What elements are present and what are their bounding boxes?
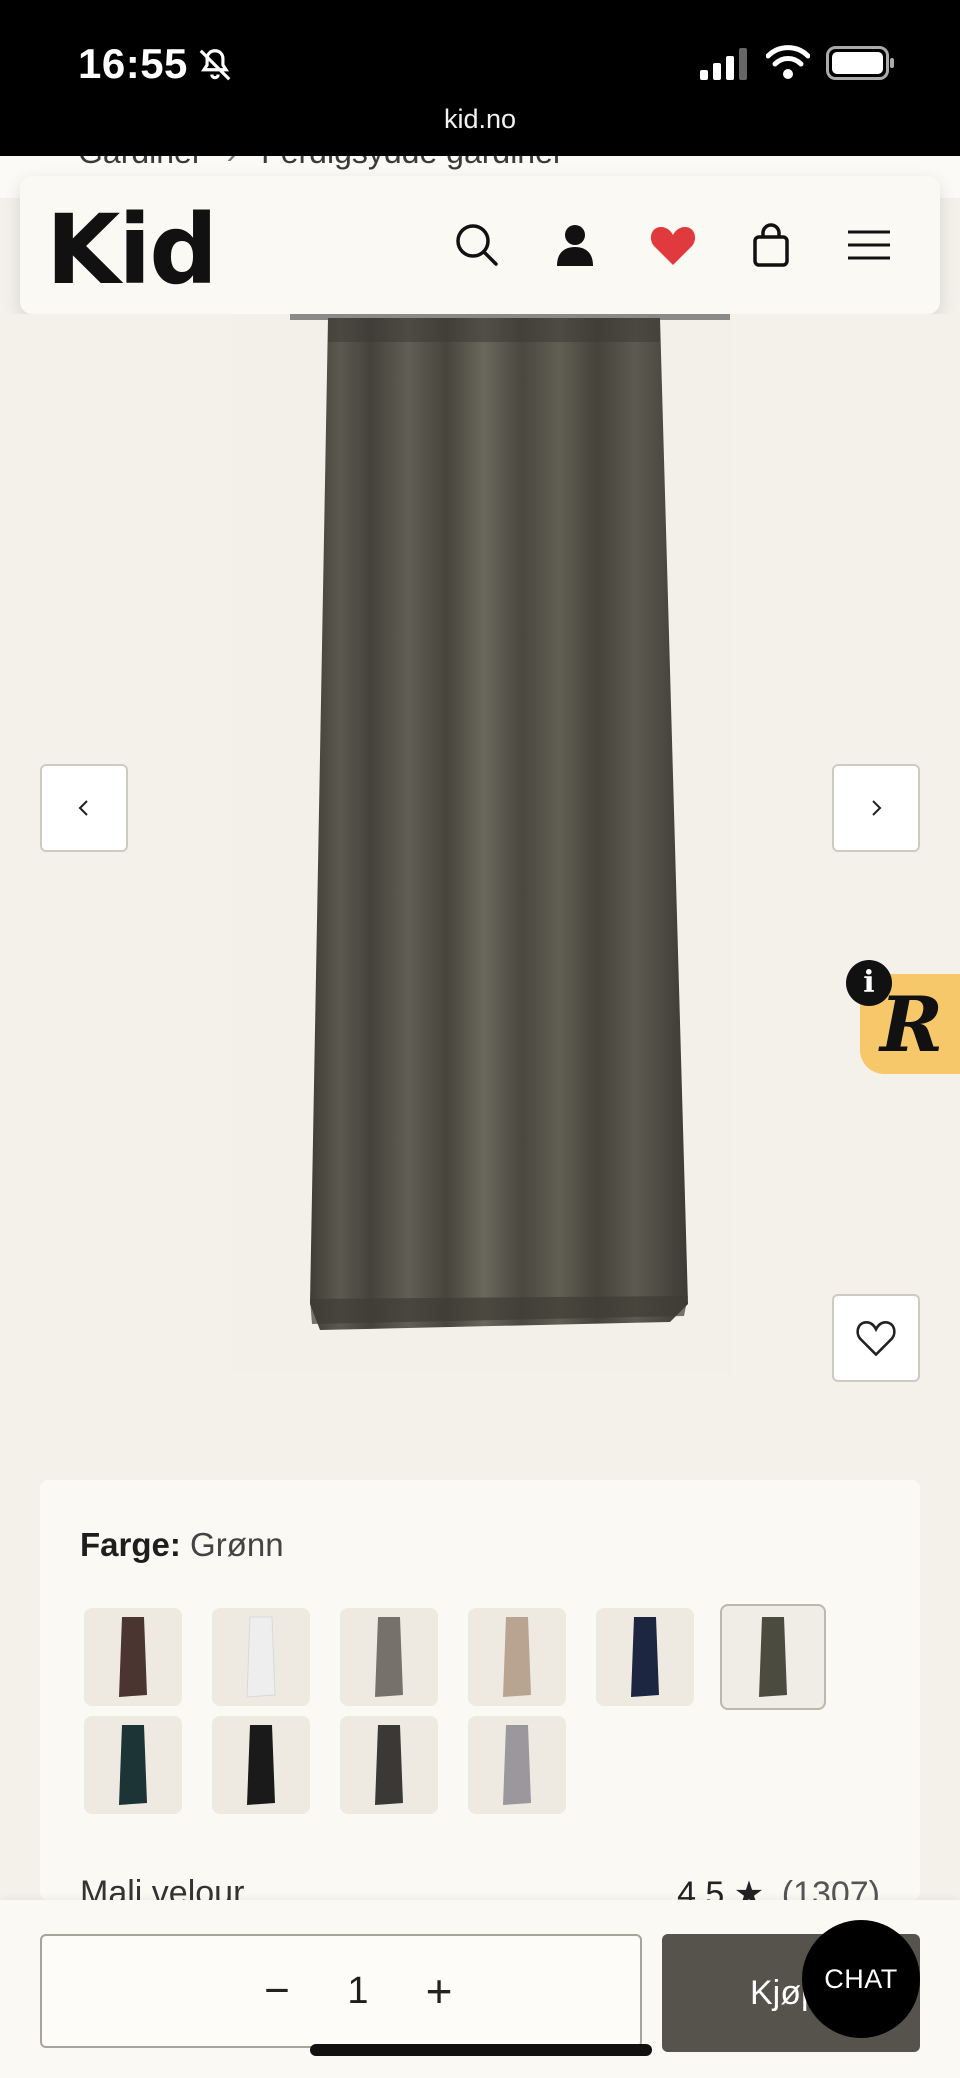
breadcrumb-item-ferdigsydde[interactable]: Ferdigsydde gardiner xyxy=(261,156,563,170)
wishlist-heart-icon[interactable] xyxy=(648,220,698,270)
color-swatch[interactable] xyxy=(84,1608,182,1706)
swatch-curtain-thumbnail xyxy=(246,1616,276,1698)
battery-icon xyxy=(826,46,894,80)
product-gallery[interactable]: R i xyxy=(0,314,960,1424)
swatch-curtain-thumbnail xyxy=(503,1725,531,1805)
swatch-curtain-thumbnail xyxy=(759,1617,787,1697)
gallery-prev-button[interactable] xyxy=(40,764,128,852)
status-bar: 16:55 kid.no xyxy=(0,0,960,156)
home-indicator xyxy=(310,2044,652,2056)
reviews-info-icon[interactable]: i xyxy=(846,960,892,1006)
swatch-curtain-thumbnail xyxy=(375,1725,403,1805)
color-label: Farge: Grønn xyxy=(80,1526,284,1564)
swatch-curtain-thumbnail xyxy=(247,1725,275,1805)
quantity-stepper: − 1 + xyxy=(40,1934,642,2048)
add-to-favorites-button[interactable] xyxy=(832,1294,920,1382)
quantity-decrease-button[interactable]: − xyxy=(242,1956,312,2026)
color-swatch[interactable] xyxy=(212,1608,310,1706)
swatch-curtain-thumbnail xyxy=(119,1617,147,1697)
color-swatch[interactable] xyxy=(340,1608,438,1706)
breadcrumb-item-gardiner[interactable]: Gardiner xyxy=(78,156,203,170)
swatch-curtain-thumbnail xyxy=(375,1617,403,1697)
color-swatch[interactable] xyxy=(340,1716,438,1814)
site-header: Kid xyxy=(20,176,940,314)
color-selected-value: Grønn xyxy=(190,1526,284,1563)
quantity-increase-button[interactable]: + xyxy=(404,1956,474,2026)
color-swatch[interactable] xyxy=(84,1716,182,1814)
color-swatch[interactable] xyxy=(596,1608,694,1706)
menu-icon[interactable] xyxy=(844,220,894,270)
cellular-signal-icon xyxy=(700,48,747,80)
gallery-next-button[interactable] xyxy=(832,764,920,852)
status-time: 16:55 xyxy=(78,40,188,87)
color-label-title: Farge: xyxy=(80,1526,181,1563)
quantity-value[interactable]: 1 xyxy=(338,1956,378,2026)
color-swatch[interactable] xyxy=(468,1608,566,1706)
breadcrumb: Gardiner › Ferdigsydde gardiner xyxy=(78,156,564,171)
color-swatch[interactable] xyxy=(468,1716,566,1814)
account-icon[interactable] xyxy=(550,220,600,270)
chevron-right-icon xyxy=(872,800,882,816)
swatch-curtain-thumbnail xyxy=(119,1725,147,1805)
chat-button[interactable]: CHAT xyxy=(802,1920,920,2038)
product-options-panel: Farge: Grønn Mali velour 4,5 ★ (1307) xyxy=(40,1480,920,1913)
shopping-bag-icon[interactable] xyxy=(746,220,796,270)
color-swatch[interactable] xyxy=(212,1716,310,1814)
swatch-curtain-thumbnail xyxy=(503,1617,531,1697)
color-swatch[interactable] xyxy=(720,1604,826,1710)
chevron-left-icon xyxy=(78,800,88,816)
wifi-icon xyxy=(766,45,810,79)
swatch-curtain-thumbnail xyxy=(631,1617,659,1697)
breadcrumb-separator: › xyxy=(227,156,238,170)
bell-muted-icon xyxy=(199,49,231,81)
kid-logo[interactable]: Kid xyxy=(46,194,218,306)
product-image-curtain xyxy=(290,314,730,1330)
url-bar[interactable]: kid.no xyxy=(0,104,960,135)
search-icon[interactable] xyxy=(452,220,502,270)
heart-outline-icon xyxy=(856,1321,896,1357)
